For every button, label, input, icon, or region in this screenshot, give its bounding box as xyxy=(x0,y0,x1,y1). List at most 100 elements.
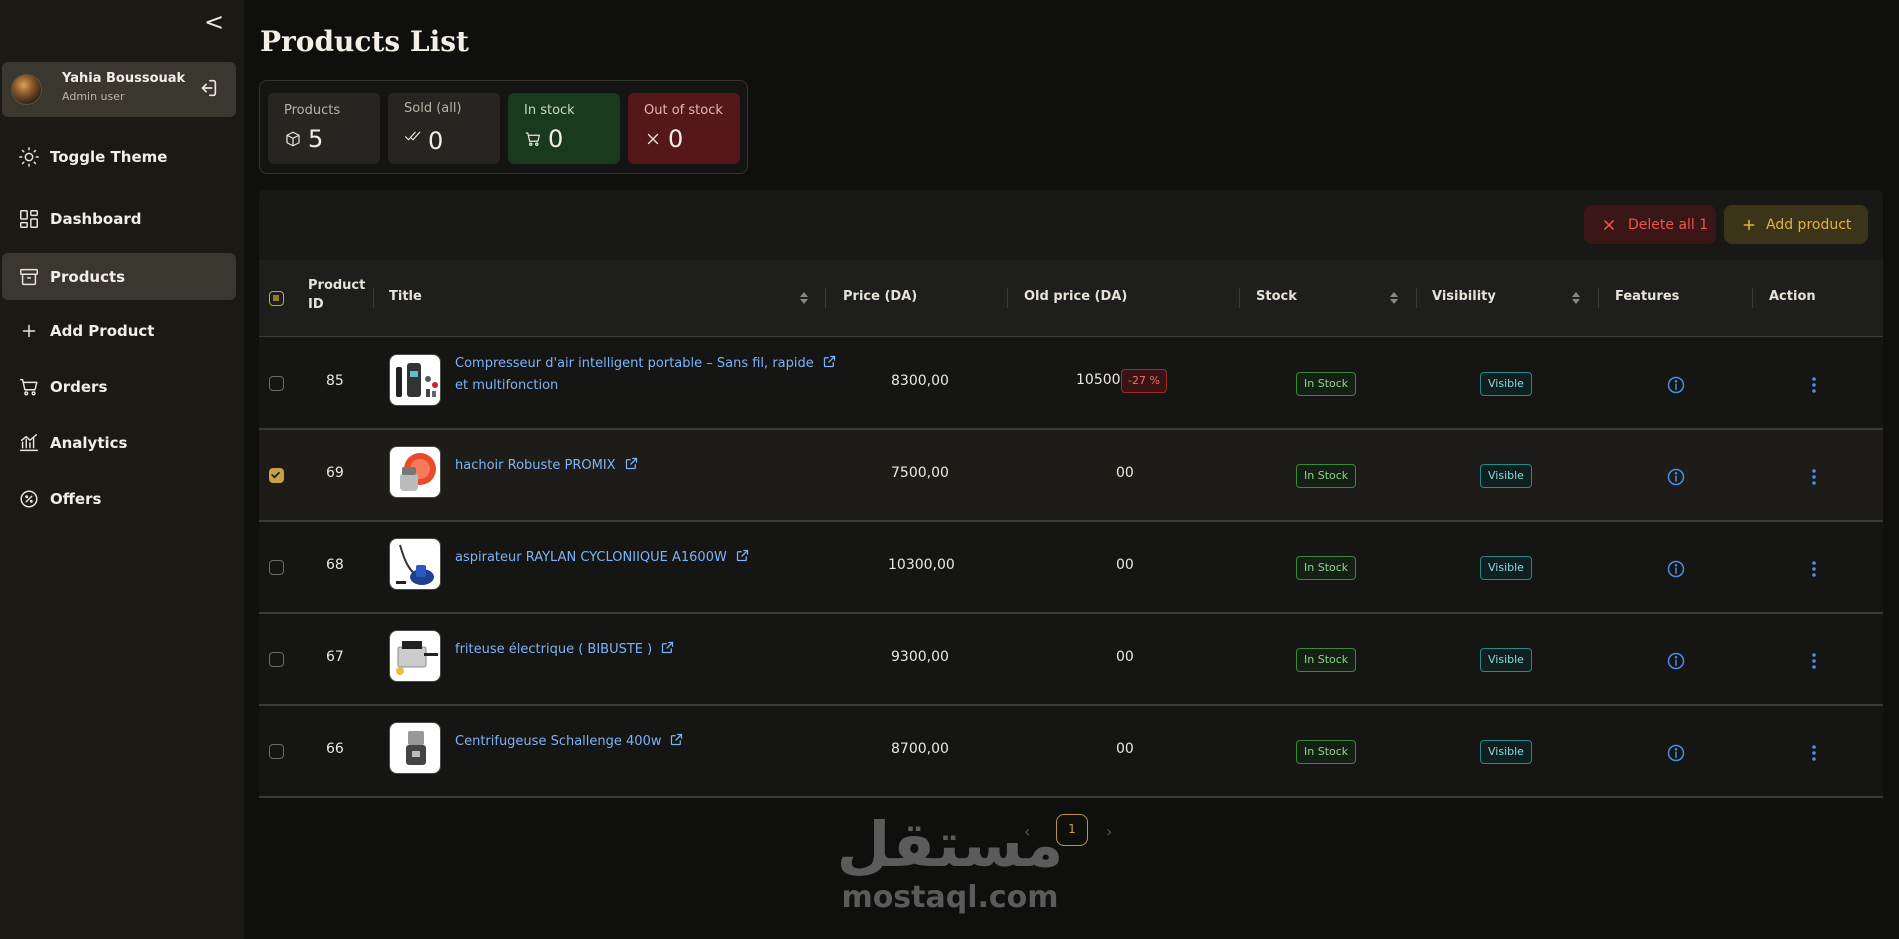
stat-label: In stock xyxy=(524,103,575,118)
header-label: ID xyxy=(308,297,324,312)
sort-icon[interactable] xyxy=(1571,291,1581,305)
info-icon[interactable] xyxy=(1666,467,1686,487)
visibility-badge[interactable]: Visible xyxy=(1480,648,1532,672)
prev-page-button[interactable]: ‹ xyxy=(1024,822,1030,841)
product-title-link[interactable]: hachoir Robuste PROMIX xyxy=(455,455,639,477)
title-text: aspirateur RAYLAN CYCLONIIQUE A1600W xyxy=(455,550,727,565)
sidebar-item-analytics[interactable]: Analytics xyxy=(2,419,236,466)
stock-badge: In Stock xyxy=(1296,648,1357,672)
row-checkbox[interactable] xyxy=(269,468,284,483)
info-icon[interactable] xyxy=(1666,375,1686,395)
sort-icon[interactable] xyxy=(799,291,809,305)
more-options-icon[interactable] xyxy=(1810,743,1818,763)
table-row[interactable]: 67 friteuse électrique ( BIBUSTE ) 9300,… xyxy=(259,614,1883,706)
select-all-checkbox[interactable] xyxy=(269,291,284,306)
double-check-icon xyxy=(404,131,421,141)
more-options-icon[interactable] xyxy=(1810,651,1818,671)
sidebar-item-toggle-theme[interactable]: Toggle Theme xyxy=(2,133,236,180)
compressor-image xyxy=(396,363,438,397)
header-product-id[interactable]: Product ID xyxy=(308,278,365,312)
sidebar-item-label: Analytics xyxy=(50,433,128,452)
sidebar-item-label: Offers xyxy=(50,489,102,508)
product-old-price: 00 xyxy=(1116,649,1134,665)
header-visibility[interactable]: Visibility xyxy=(1432,289,1496,304)
row-checkbox[interactable] xyxy=(269,560,284,575)
info-icon[interactable] xyxy=(1666,743,1686,763)
close-icon xyxy=(1604,219,1614,230)
sidebar-item-dashboard[interactable]: Dashboard xyxy=(2,195,236,242)
sort-icon[interactable] xyxy=(1389,291,1399,305)
offer-icon xyxy=(20,489,38,508)
header-old-price[interactable]: Old price (DA) xyxy=(1024,289,1127,304)
divider xyxy=(1239,288,1240,308)
divider xyxy=(1007,288,1008,308)
row-checkbox[interactable] xyxy=(269,652,284,667)
page-button-current[interactable]: 1 xyxy=(1056,814,1088,846)
external-link-icon[interactable] xyxy=(822,354,837,369)
divider xyxy=(1416,288,1417,308)
product-title-link[interactable]: aspirateur RAYLAN CYCLONIIQUE A1600W xyxy=(455,547,750,569)
more-options-icon[interactable] xyxy=(1810,375,1818,395)
visibility-badge[interactable]: Visible xyxy=(1480,372,1532,396)
sidebar-item-orders[interactable]: Orders xyxy=(2,363,236,410)
row-checkbox[interactable] xyxy=(269,744,284,759)
juicer-image xyxy=(406,731,426,765)
next-page-button[interactable]: › xyxy=(1106,822,1112,841)
product-id: 68 xyxy=(326,557,344,573)
external-link-icon[interactable] xyxy=(660,640,675,655)
product-title-link[interactable]: Compresseur d'air intelligent portable –… xyxy=(455,353,837,397)
product-thumbnail xyxy=(389,538,441,590)
visibility-badge[interactable]: Visible xyxy=(1480,556,1532,580)
external-link-icon[interactable] xyxy=(624,456,639,471)
title-text: friteuse électrique ( BIBUSTE ) xyxy=(455,642,653,657)
sidebar-item-label: Products xyxy=(50,267,126,286)
page-title: Products List xyxy=(260,25,469,58)
collapse-sidebar-button[interactable]: < xyxy=(204,10,224,34)
info-icon[interactable] xyxy=(1666,559,1686,579)
cart-icon xyxy=(20,378,38,396)
table-row[interactable]: 85 Compresseur d'air intelligent portabl… xyxy=(259,338,1883,430)
visibility-badge[interactable]: Visible xyxy=(1480,740,1532,764)
box-icon xyxy=(286,131,300,147)
stat-value: 0 xyxy=(548,125,564,153)
stat-out-of-stock: Out of stock 0 xyxy=(628,93,740,164)
sidebar: < Yahia Boussouak Admin user Toggle Them… xyxy=(0,0,244,939)
header-price[interactable]: Price (DA) xyxy=(843,289,917,304)
stat-label: Sold (all) xyxy=(404,101,462,116)
table-row[interactable]: 69 hachoir Robuste PROMIX 7500,00 00 In … xyxy=(259,430,1883,522)
archive-icon xyxy=(20,268,38,285)
sidebar-item-products[interactable]: Products xyxy=(2,253,236,300)
more-options-icon[interactable] xyxy=(1810,559,1818,579)
product-title-link[interactable]: Centrifugeuse Schallenge 400w xyxy=(455,731,684,753)
stats-summary: Products 5 Sold (all) 0 In stock 0 Out o… xyxy=(259,80,748,174)
watermark-latin: mostaql.com xyxy=(841,880,1059,915)
sidebar-item-add-product[interactable]: Add Product xyxy=(2,307,236,354)
product-id: 69 xyxy=(326,465,344,481)
row-checkbox[interactable] xyxy=(269,376,284,391)
stat-value: 5 xyxy=(308,125,324,153)
table-row[interactable]: 66 Centrifugeuse Schallenge 400w 8700,00… xyxy=(259,706,1883,798)
delete-all-button[interactable]: Delete all 1 xyxy=(1584,205,1716,244)
more-options-icon[interactable] xyxy=(1810,467,1818,487)
product-thumbnail xyxy=(389,446,441,498)
product-title-link[interactable]: friteuse électrique ( BIBUSTE ) xyxy=(455,639,675,661)
watermark-arabic: مستقل xyxy=(836,808,1064,881)
stock-badge: In Stock xyxy=(1296,464,1357,488)
check-icon xyxy=(271,471,280,479)
logout-icon[interactable] xyxy=(197,77,219,99)
info-icon[interactable] xyxy=(1666,651,1686,671)
plus-icon xyxy=(22,324,36,337)
delete-all-label: Delete all 1 xyxy=(1628,216,1709,233)
plus-icon xyxy=(1743,219,1755,230)
sidebar-item-offers[interactable]: Offers xyxy=(2,475,236,522)
external-link-icon[interactable] xyxy=(669,732,684,747)
header-stock[interactable]: Stock xyxy=(1256,289,1297,304)
visibility-badge[interactable]: Visible xyxy=(1480,464,1532,488)
header-title[interactable]: Title xyxy=(389,289,422,304)
external-link-icon[interactable] xyxy=(735,548,750,563)
table-row[interactable]: 68 aspirateur RAYLAN CYCLONIIQUE A1600W … xyxy=(259,522,1883,614)
user-role: Admin user xyxy=(62,90,125,103)
title-text: hachoir Robuste PROMIX xyxy=(455,458,616,473)
add-product-button[interactable]: Add product xyxy=(1724,205,1868,244)
title-text: Centrifugeuse Schallenge 400w xyxy=(455,734,662,749)
